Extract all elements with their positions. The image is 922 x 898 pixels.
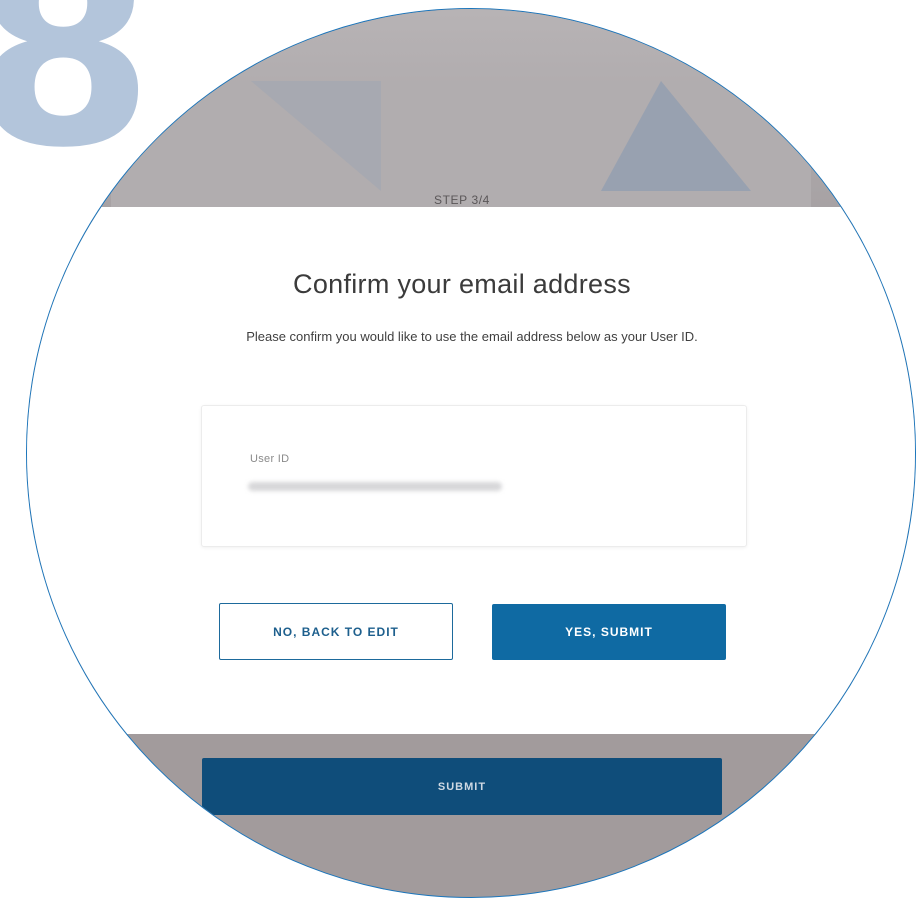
user-id-value-blurred xyxy=(248,482,502,491)
background-submit-button: SUBMIT xyxy=(202,758,722,815)
banner-shape xyxy=(601,81,751,191)
yes-submit-button[interactable]: YES, SUBMIT xyxy=(492,604,726,660)
header-banner: STEP 3/4 xyxy=(27,9,915,207)
back-to-edit-button[interactable]: NO, BACK TO EDIT xyxy=(219,603,453,660)
step-indicator: STEP 3/4 xyxy=(434,193,490,207)
dialog-title: Confirm your email address xyxy=(293,269,631,299)
banner-shape xyxy=(251,81,381,191)
user-id-label: User ID xyxy=(250,453,290,465)
user-id-card: User ID xyxy=(201,405,747,547)
magnifier-circle: STEP 3/4 SUBMIT Confirm your email addre… xyxy=(26,8,916,898)
screen-frame: STEP 3/4 SUBMIT Confirm your email addre… xyxy=(27,9,915,897)
page: 8 STEP 3/4 SUBMIT Confirm your email add… xyxy=(0,0,922,898)
dialog-subtitle: Please confirm you would like to use the… xyxy=(246,329,698,344)
